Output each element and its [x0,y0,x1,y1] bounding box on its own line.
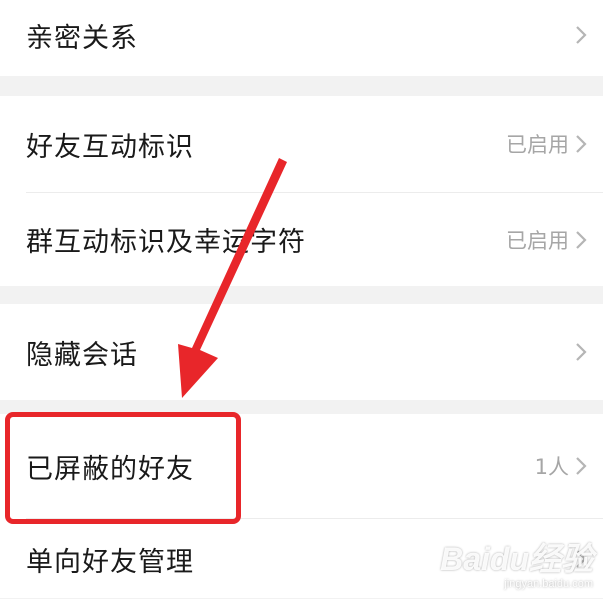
baidu-watermark: Baidu经验 jingyan.baidu.com [440,534,593,590]
watermark-logo: Baidu经验 [440,541,593,577]
chevron-right-icon [576,230,587,249]
settings-row-label: 单向好友管理 [26,546,194,578]
settings-row-hidden-chats[interactable]: 隐藏会话 [0,304,603,400]
chevron-right-icon [576,26,587,44]
chevron-right-icon [576,457,587,475]
settings-row-value: 已启用 [506,228,569,253]
settings-row-friend-interaction-marks[interactable]: 好友互动标识 已启用 [0,96,603,192]
settings-row-label: 好友互动标识 [26,131,194,163]
settings-group-1: 亲密关系 [0,0,603,76]
settings-group-2: 好友互动标识 已启用 群互动标识及幸运字符 已启用 [0,96,603,286]
settings-row-intimate-relationship[interactable]: 亲密关系 [0,0,603,70]
settings-row-value: 已启用 [506,133,569,157]
settings-row-group-interaction-marks[interactable]: 群互动标识及幸运字符 已启用 [0,193,603,286]
highlight-box [5,412,241,524]
settings-row-value: 1人 [534,455,569,479]
chevron-right-icon [576,343,587,361]
settings-row-label: 亲密关系 [26,22,138,54]
chevron-right-icon [576,135,587,153]
settings-row-label: 隐藏会话 [26,339,138,371]
settings-row-label: 群互动标识及幸运字符 [26,227,306,258]
